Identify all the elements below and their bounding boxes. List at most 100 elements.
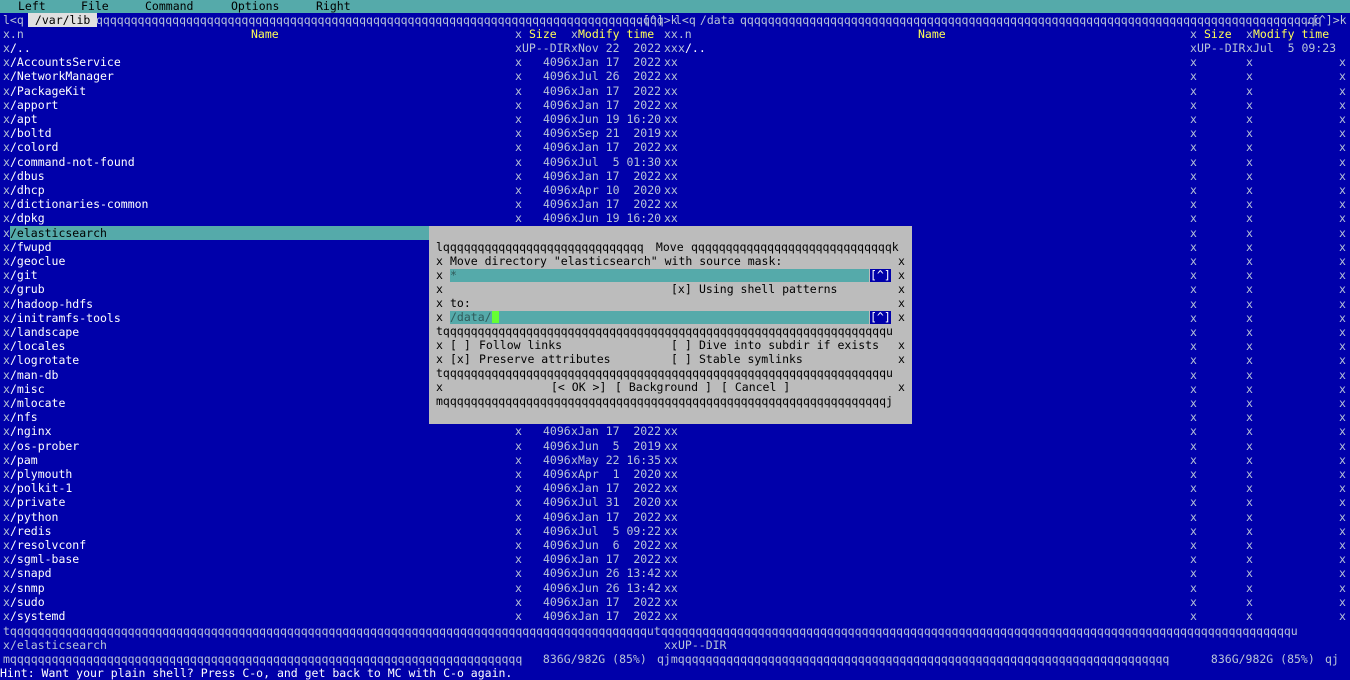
file-name: /python: [10, 509, 59, 524]
menu-right[interactable]: Right: [316, 0, 351, 13]
left-file-row[interactable]: x/colord x 4096 x Jan 17 2022 xx: [0, 140, 678, 155]
file-name: /misc: [10, 381, 45, 396]
menu-file[interactable]: File: [81, 0, 109, 13]
file-name: /pam: [10, 452, 38, 467]
col-sep: x: [571, 55, 578, 70]
left-file-row[interactable]: x/dpkg x 4096 x Jun 19 16:20 xx: [0, 211, 678, 226]
preserve-attributes-label[interactable]: Preserve attributes: [479, 352, 611, 366]
left-header-mtime[interactable]: Modify time: [578, 27, 654, 41]
stable-symlinks-label[interactable]: Stable symlinks: [699, 352, 803, 366]
file-size: 4096: [543, 211, 571, 226]
col-sep: x: [571, 509, 578, 524]
right-panel-history-button[interactable]: .[^]>k: [1305, 13, 1347, 27]
left-file-row[interactable]: x/plymouth x 4096 x Apr 1 2020 xx: [0, 467, 678, 481]
right-file-row: xxx: [675, 538, 1350, 552]
left-file-row[interactable]: x/apport x 4096 x Jan 17 2022 xx: [0, 97, 678, 112]
file-mtime: Jul 5 09:23: [1253, 41, 1337, 55]
follow-links-label[interactable]: Follow links: [479, 338, 562, 352]
left-header-size[interactable]: Size: [529, 27, 557, 41]
text-cursor: [491, 311, 499, 323]
menu-options[interactable]: Options: [231, 0, 279, 13]
destination-input[interactable]: /data/: [450, 311, 869, 324]
col-sep: x: [1190, 112, 1197, 126]
left-file-row[interactable]: x/apt x 4096 x Jun 19 16:20 xx: [0, 112, 678, 126]
col-sep: x: [1246, 552, 1253, 567]
shell-patterns-label[interactable]: Using shell patterns: [699, 282, 837, 296]
col-sep: x: [571, 83, 578, 98]
file-mtime: Jan 17 2022: [578, 140, 662, 155]
to-label: to:: [450, 296, 471, 310]
col-sep: x: [1339, 268, 1346, 283]
col-sep: x: [571, 538, 578, 552]
col-sep: x: [1339, 310, 1346, 325]
follow-links-checkbox[interactable]: [ ]: [450, 338, 471, 352]
left-file-row[interactable]: x/nginx x 4096 x Jan 17 2022 xx: [0, 424, 678, 438]
col-sep: x: [1339, 83, 1346, 98]
left-file-row[interactable]: x/dbus x 4096 x Jan 17 2022 xx: [0, 168, 678, 183]
dive-subdir-label[interactable]: Dive into subdir if exists: [699, 338, 879, 352]
right-header-mtime[interactable]: Modify time: [1253, 27, 1329, 41]
col-sep: x: [1246, 112, 1253, 126]
col-sep: x: [1246, 580, 1253, 595]
col-sep: x: [1190, 381, 1197, 396]
right-header-size[interactable]: Size: [1204, 27, 1232, 41]
left-file-row[interactable]: x/AccountsService x 4096 x Jan 17 2022 xx: [0, 55, 678, 70]
col-sep: x: [1246, 296, 1253, 311]
left-file-row[interactable]: x/resolvconf x 4096 x Jun 6 2022 xx: [0, 538, 678, 552]
dialog-bottom-border: mqqqqqqqqqqqqqqqqqqqqqqqqqqqqqqqqqqqqqqq…: [436, 394, 893, 408]
source-history-button[interactable]: [^]: [870, 269, 891, 282]
file-mtime: Nov 22 2022: [578, 41, 662, 55]
row-border: x: [3, 126, 10, 141]
right-header-name[interactable]: Name: [918, 27, 946, 41]
left-file-row[interactable]: x/NetworkManager x 4096 x Jul 26 2022 xx: [0, 69, 678, 83]
left-file-row[interactable]: x/private x 4096 x Jul 31 2020 xx: [0, 495, 678, 509]
left-file-row[interactable]: x/snapd x 4096 x Jun 26 13:42 xx: [0, 566, 678, 580]
right-panel-path[interactable]: /data: [693, 13, 741, 27]
file-name: /..: [685, 41, 706, 55]
col-sep: x: [1190, 296, 1197, 311]
left-file-row[interactable]: x/dictionaries-common x 4096 x Jan 17 2022 xx: [0, 197, 678, 211]
menu-left[interactable]: Left: [18, 0, 46, 13]
left-file-row[interactable]: x/polkit-1 x 4096 x Jan 17 2022 xx: [0, 481, 678, 496]
shell-patterns-checkbox[interactable]: [x]: [671, 282, 692, 296]
col-sep: x: [515, 97, 522, 112]
ok-button[interactable]: [< OK >]: [551, 380, 606, 394]
col-sep: x: [1339, 452, 1346, 467]
file-size: 4096: [543, 481, 571, 496]
left-header-name[interactable]: Name: [251, 27, 279, 41]
left-file-row[interactable]: x/pam x 4096 x May 22 16:35 xx: [0, 452, 678, 467]
col-sep: x: [1246, 481, 1253, 496]
col-sep: x: [1190, 495, 1197, 510]
left-file-row[interactable]: x/.. x UP--DIR x Nov 22 2022 xx: [0, 41, 678, 55]
left-file-row[interactable]: x/os-prober x 4096 x Jun 5 2019 xx: [0, 439, 678, 453]
left-file-row[interactable]: x/systemd x 4096 x Jan 17 2022 xx: [0, 609, 678, 623]
left-panel-path[interactable]: /var/lib: [28, 13, 98, 28]
preserve-attributes-checkbox[interactable]: [x]: [450, 352, 471, 366]
col-sep: x: [1339, 594, 1346, 609]
dialog-border-l3: x: [436, 282, 443, 296]
right-file-row[interactable]: /.. x x UP--DIR x Jul 5 09:23: [675, 41, 1350, 55]
menu-command[interactable]: Command: [145, 0, 193, 13]
stable-symlinks-checkbox[interactable]: [ ]: [671, 352, 692, 366]
left-file-row[interactable]: x/PackageKit x 4096 x Jan 17 2022 xx: [0, 83, 678, 98]
left-file-row[interactable]: x/snmp x 4096 x Jun 26 13:42 xx: [0, 581, 678, 595]
left-panel-history-button[interactable]: .[^]>k: [636, 13, 678, 27]
col-sep: x: [1190, 83, 1197, 98]
dive-subdir-checkbox[interactable]: [ ]: [671, 338, 692, 352]
source-mask-input[interactable]: *: [450, 269, 869, 282]
file-name: /dbus: [10, 168, 45, 183]
col-sep: x: [515, 467, 522, 481]
cancel-button[interactable]: [ Cancel ]: [721, 380, 790, 394]
left-file-row[interactable]: x/boltd x 4096 x Sep 21 2019 xx: [0, 126, 678, 141]
left-file-row[interactable]: x/sgml-base x 4096 x Jan 17 2022 xx: [0, 552, 678, 566]
left-bottom-border: mqqqqqqqqqqqqqqqqqqqqqqqqqqqqqqqqqqqqqqq…: [3, 652, 523, 666]
left-file-row[interactable]: x/sudo x 4096 x Jan 17 2022 xx: [0, 595, 678, 609]
left-file-row[interactable]: x/dhcp x 4096 x Apr 10 2020 xx: [0, 183, 678, 197]
background-button[interactable]: [ Background ]: [615, 380, 712, 394]
left-file-row[interactable]: x/redis x 4096 x Jul 5 09:22 xx: [0, 524, 678, 538]
row-border: x: [3, 381, 10, 396]
row-border: x: [3, 225, 10, 240]
left-file-row[interactable]: x/python x 4096 x Jan 17 2022 xx: [0, 509, 678, 524]
destination-history-button[interactable]: [^]: [870, 311, 891, 324]
left-file-row[interactable]: x/command-not-found x 4096 x Jul 5 01:30 xx: [0, 155, 678, 169]
